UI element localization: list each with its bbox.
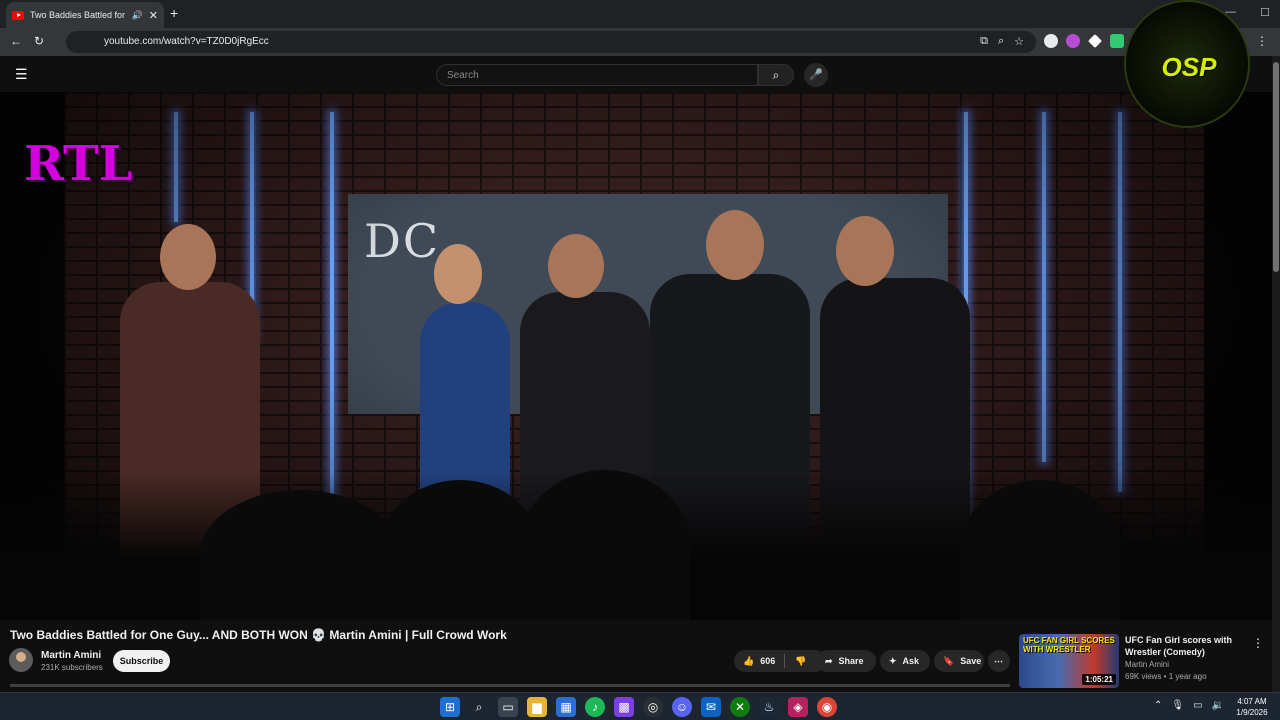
ask-label: Ask [902,656,920,666]
app-grid-icon[interactable]: ▩ [614,697,634,717]
share-button[interactable]: ➦ Share [816,650,876,672]
extension-icon[interactable] [1110,34,1124,48]
video-player[interactable]: DC RTL [0,92,1272,620]
volume-icon[interactable]: 🔉 [1212,700,1224,711]
person-head [548,234,604,298]
task-view-icon[interactable]: ▭ [498,697,518,717]
save-button[interactable]: 🔖 Save [934,650,984,672]
thumbnail-text: UFC FAN GIRL SCORES WITH WRESTLER [1023,636,1115,654]
hamburger-menu-icon[interactable]: ☰ [15,66,28,83]
subscribe-button[interactable]: Subscribe [113,650,170,672]
person-head [836,216,894,286]
right-overlay-globe-logo: OSP [1124,0,1250,128]
window-controls: — ☐ [1225,6,1270,19]
microphone-icon[interactable]: 🎤 [804,63,828,87]
extension-icons [1044,34,1124,48]
share-label: Share [838,656,864,666]
scrollbar-thumb[interactable] [1273,62,1279,272]
browser-menu-icon[interactable]: ⋮ [1256,34,1268,48]
search-icon[interactable]: ⌕ [758,64,794,86]
system-tray: ⌃ 🎙 ▭ 🔉 [1154,700,1224,711]
thumbs-down-icon[interactable]: 👎 [795,656,806,667]
description-box-edge [10,684,1010,687]
chevron-up-icon[interactable]: ⌃ [1154,700,1162,711]
new-tab-button[interactable]: + [170,5,178,21]
store-icon[interactable]: ▦ [556,697,576,717]
tab-title: Two Baddies Battled for One Guy... AND B… [30,10,126,20]
address-bar[interactable]: youtube.com/watch?v=TZ0D0jRgEcc ⧉ ⌕ ☆ [66,31,1036,53]
channel-avatar[interactable] [9,648,33,672]
display-icon[interactable]: ▭ [1193,700,1202,711]
audience-silhouette [960,480,1120,620]
right-logo-text: OSP [1161,52,1217,82]
extension-icon[interactable] [1088,34,1102,48]
save-label: Save [960,656,982,666]
reload-icon[interactable]: ↻ [34,34,44,48]
youtube-masthead: ☰ Search ⌕ 🎤 [0,56,1280,92]
app-green-icon[interactable]: ♪ [585,697,605,717]
youtube-favicon-icon [12,10,24,20]
video-duration-badge: 1:05:21 [1082,674,1116,685]
video-title: Two Baddies Battled for One Guy... AND B… [10,628,507,642]
share-icon: ➦ [825,655,833,666]
more-actions-button[interactable]: ⋯ [988,650,1010,672]
like-count[interactable]: 606 [760,656,775,666]
bookmark-icon: 🔖 [943,655,955,666]
recommended-video-thumbnail[interactable]: UFC FAN GIRL SCORES WITH WRESTLER 1:05:2… [1019,634,1119,688]
steam-icon[interactable]: ♨ [759,697,779,717]
channel-name[interactable]: Martin Amini [41,650,101,661]
search-icon[interactable]: ⌕ [469,697,489,717]
back-arrow-icon[interactable]: ← [10,34,22,48]
browser-tab[interactable]: Two Baddies Battled for One Guy... AND B… [6,2,164,28]
maximize-icon[interactable]: ☐ [1260,6,1270,19]
page-scrollbar[interactable] [1272,56,1280,692]
thumbs-up-icon[interactable]: 👍 [743,656,754,667]
cast-icon[interactable]: ⧉ [980,35,988,48]
taskbar-apps: ⊞ ⌕ ▭ ▆ ▦ ♪ ▩ ◎ ☺ ✉ ✕ ♨ ◈ ◉ [440,697,837,717]
like-divider [784,654,785,668]
audience-silhouette [200,490,400,620]
more-horizontal-icon: ⋯ [994,655,1003,666]
search-placeholder: Search [447,70,479,81]
audience-silhouette [380,480,540,620]
person-head [434,244,482,304]
extension-icon[interactable] [1044,34,1058,48]
windows-taskbar: ⊞ ⌕ ▭ ▆ ▦ ♪ ▩ ◎ ☺ ✉ ✕ ♨ ◈ ◉ ⌃ 🎙 ▭ 🔉 4:07… [0,692,1280,720]
chrome-icon[interactable]: ◉ [817,697,837,717]
subscriber-count: 231K subscribers [41,663,103,672]
omnibox-icons: ⧉ ⌕ ☆ [980,35,1024,48]
left-overlay-logo: RTL [24,136,133,192]
mail-icon[interactable]: ✉ [701,697,721,717]
xbox-icon[interactable]: ✕ [730,697,750,717]
recommended-video-meta: 69K views • 1 year ago [1125,672,1207,681]
windows-start-icon[interactable]: ⊞ [440,697,460,717]
app-pink-icon[interactable]: ◈ [788,697,808,717]
clock-time: 4:07 AM [1237,697,1267,706]
url-text[interactable]: youtube.com/watch?v=TZ0D0jRgEcc [104,36,269,47]
bookmark-star-icon[interactable]: ☆ [1014,35,1024,48]
browser-toolbar: ← ↻ youtube.com/watch?v=TZ0D0jRgEcc ⧉ ⌕ … [0,28,1280,56]
sparkle-icon: ✦ [889,655,897,666]
person-head [160,224,216,290]
extension-icon[interactable] [1066,34,1080,48]
recommended-channel-name[interactable]: Martin Amini [1125,660,1169,669]
browser-tab-strip: Two Baddies Battled for One Guy... AND B… [0,0,1280,28]
microphone-tray-icon[interactable]: 🎙 [1171,700,1184,711]
taskbar-clock[interactable]: 4:07 AM 1/9/2026 [1232,696,1272,718]
ask-button[interactable]: ✦ Ask [880,650,930,672]
app-circle-icon[interactable]: ◎ [643,697,663,717]
speaker-icon[interactable]: 🔊 [132,10,143,21]
search-input[interactable]: Search [436,64,758,86]
clock-date: 1/9/2026 [1236,708,1268,717]
zoom-icon[interactable]: ⌕ [998,35,1004,48]
more-vertical-icon[interactable]: ⋮ [1252,636,1264,650]
person-head [706,210,764,280]
close-tab-icon[interactable]: ✕ [149,9,158,22]
like-dislike-group: 👍 606 👎 [734,650,826,672]
file-explorer-icon[interactable]: ▆ [527,697,547,717]
discord-icon[interactable]: ☺ [672,697,692,717]
recommended-video-title[interactable]: UFC Fan Girl scores with Wrestler (Comed… [1125,634,1245,658]
audience-silhouette [520,470,690,620]
